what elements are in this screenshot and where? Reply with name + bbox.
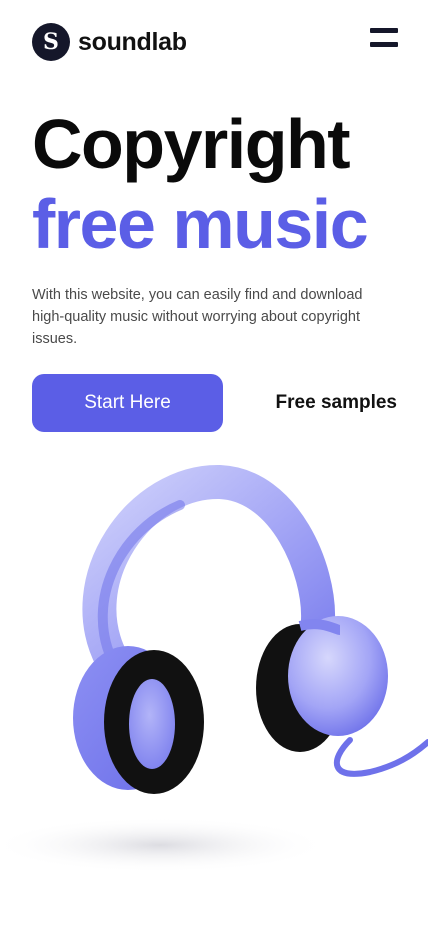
hamburger-menu-icon[interactable] xyxy=(370,28,398,48)
free-samples-link[interactable]: Free samples xyxy=(276,392,397,414)
headphone-cable xyxy=(333,737,428,777)
site-header: S soundlab xyxy=(0,0,428,86)
headline-line-1: Copyright xyxy=(32,105,351,183)
left-ear-pad-center xyxy=(129,679,175,769)
menu-bar-top xyxy=(370,28,398,33)
headphones-icon xyxy=(0,464,428,873)
headphones-illustration xyxy=(0,460,428,926)
brand-name: soundlab xyxy=(78,27,187,56)
hero-headline: Copyright free music xyxy=(32,104,412,264)
brand-logo[interactable]: S soundlab xyxy=(32,23,187,61)
floor-shadow xyxy=(0,817,330,873)
right-cup-joint xyxy=(298,619,342,635)
hero-description: With this website, you can easily find a… xyxy=(32,287,363,347)
menu-bar-bottom xyxy=(370,42,398,47)
logo-badge: S xyxy=(32,23,70,61)
landing-page: S soundlab Copyright free music With thi… xyxy=(0,0,428,926)
headline-line-2: free music xyxy=(32,185,369,263)
start-here-button[interactable]: Start Here xyxy=(32,374,223,432)
